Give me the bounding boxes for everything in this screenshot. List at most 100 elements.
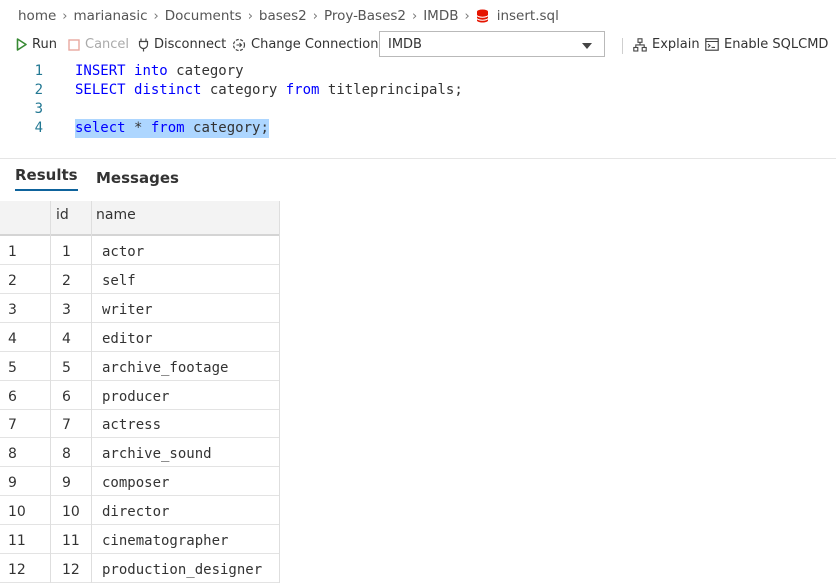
explain-button[interactable]: Explain [633, 37, 700, 52]
id-cell[interactable]: 8 [62, 438, 71, 467]
change-connection-button[interactable]: Change Connection [232, 37, 378, 52]
table-row[interactable]: 11 11 cinematographer [0, 525, 280, 554]
tab-messages[interactable]: Messages [96, 169, 179, 187]
sql-keyword: INSERT [75, 63, 126, 79]
table-row[interactable]: 12 12 production_designer [0, 554, 280, 583]
code-line[interactable]: 1 INSERT into category [0, 62, 836, 81]
table-row[interactable]: 8 8 archive_sound [0, 438, 280, 468]
enable-sqlcmd-label: Enable SQLCMD [724, 37, 829, 52]
grid-column-divider [50, 201, 51, 583]
line-number: 2 [34, 82, 43, 98]
id-cell[interactable]: 2 [62, 265, 71, 294]
id-cell[interactable]: 7 [62, 409, 71, 438]
chevron-right-icon: › [464, 8, 470, 24]
chevron-right-icon: › [247, 8, 253, 24]
chevron-right-icon: › [412, 8, 418, 24]
row-number-cell[interactable]: 5 [8, 352, 17, 381]
breadcrumb-item-file[interactable]: insert.sql [497, 8, 559, 24]
row-number-cell[interactable]: 12 [8, 554, 26, 583]
sql-text: category [167, 63, 244, 79]
name-cell[interactable]: actor [102, 236, 144, 265]
name-cell[interactable]: composer [102, 467, 169, 496]
name-cell[interactable]: writer [102, 294, 153, 323]
breadcrumb-item-project[interactable]: Proy-Bases2 [324, 8, 406, 24]
database-select[interactable]: IMDB [379, 31, 605, 57]
change-connection-icon [232, 38, 246, 51]
sql-keyword: distinct [134, 82, 202, 98]
column-header-id[interactable]: id [56, 201, 69, 234]
id-cell[interactable]: 10 [62, 496, 80, 525]
database-select-value: IMDB [388, 36, 422, 52]
code-text: SELECT distinct category from titleprinc… [75, 81, 463, 100]
column-header-name[interactable]: name [96, 201, 136, 234]
code-line[interactable]: 4 select * from category; [0, 119, 836, 138]
table-row[interactable]: 5 5 archive_footage [0, 352, 280, 381]
row-number-cell[interactable]: 8 [8, 438, 17, 467]
sql-text: category [201, 82, 286, 98]
code-line[interactable]: 2 SELECT distinct category from titleprin… [0, 81, 836, 100]
row-number-cell[interactable]: 6 [8, 381, 17, 410]
sql-text: titleprincipals; [319, 82, 463, 98]
name-cell[interactable]: self [102, 265, 136, 294]
table-row[interactable]: 6 6 producer [0, 381, 280, 410]
row-number-cell[interactable]: 7 [8, 409, 17, 438]
table-row[interactable]: 4 4 editor [0, 323, 280, 352]
sql-text: category; [184, 120, 269, 136]
id-cell[interactable]: 1 [62, 236, 71, 265]
row-number-cell[interactable]: 2 [8, 265, 17, 294]
id-cell[interactable]: 5 [62, 352, 71, 381]
disconnect-label: Disconnect [154, 37, 227, 52]
name-cell[interactable]: production_designer [102, 554, 262, 583]
row-number-cell[interactable]: 1 [8, 236, 17, 265]
disconnect-button[interactable]: Disconnect [138, 37, 226, 52]
row-number-cell[interactable]: 3 [8, 294, 17, 323]
sql-keyword: SELECT [75, 82, 126, 98]
id-cell[interactable]: 6 [62, 381, 71, 410]
name-cell[interactable]: editor [102, 323, 153, 352]
grid-column-divider [91, 201, 92, 583]
id-cell[interactable]: 12 [62, 554, 80, 583]
breadcrumb-item-documents[interactable]: Documents [165, 8, 242, 24]
cancel-button[interactable]: Cancel [68, 37, 129, 52]
name-cell[interactable]: actress [102, 409, 161, 438]
explain-plan-icon [633, 37, 647, 52]
id-cell[interactable]: 3 [62, 294, 71, 323]
name-cell[interactable]: archive_footage [102, 352, 228, 381]
breadcrumb-item-user[interactable]: marianasic [73, 8, 147, 24]
chevron-right-icon: › [312, 8, 318, 24]
breadcrumb-item-bases2[interactable]: bases2 [259, 8, 307, 24]
table-row[interactable]: 9 9 composer [0, 467, 280, 497]
sql-keyword: select [75, 120, 126, 136]
name-cell[interactable]: director [102, 496, 169, 525]
id-cell[interactable]: 4 [62, 323, 71, 352]
chevron-right-icon: › [62, 8, 68, 24]
row-number-cell[interactable]: 9 [8, 467, 17, 496]
breadcrumb-item-home[interactable]: home [18, 8, 56, 24]
code-line[interactable]: 3 [0, 100, 836, 119]
breadcrumb-item-imdb[interactable]: IMDB [423, 8, 458, 24]
id-cell[interactable]: 9 [62, 467, 71, 496]
row-number-cell[interactable]: 10 [8, 496, 26, 525]
run-button[interactable]: Run [16, 37, 57, 52]
table-row[interactable]: 10 10 director [0, 496, 280, 526]
table-row[interactable]: 3 3 writer [0, 294, 280, 323]
table-row[interactable]: 2 2 self [0, 265, 280, 294]
enable-sqlcmd-button[interactable]: Enable SQLCMD [705, 37, 828, 52]
id-cell[interactable]: 11 [62, 525, 80, 554]
toolbar-divider [622, 38, 623, 54]
table-row[interactable]: 7 7 actress [0, 409, 280, 439]
change-connection-label: Change Connection [251, 37, 379, 52]
tab-results[interactable]: Results [15, 166, 78, 191]
name-cell[interactable]: archive_sound [102, 438, 212, 467]
name-cell[interactable]: cinematographer [102, 525, 228, 554]
row-number-cell[interactable]: 11 [8, 525, 26, 554]
table-row[interactable]: 1 1 actor [0, 236, 280, 265]
sql-editor[interactable]: 1 INSERT into category 2 SELECT distinct ca… [0, 62, 836, 158]
line-number: 3 [34, 101, 43, 117]
sql-text: * [125, 120, 151, 136]
row-number-cell[interactable]: 4 [8, 323, 17, 352]
name-cell[interactable]: producer [102, 381, 169, 410]
play-icon [16, 38, 27, 51]
